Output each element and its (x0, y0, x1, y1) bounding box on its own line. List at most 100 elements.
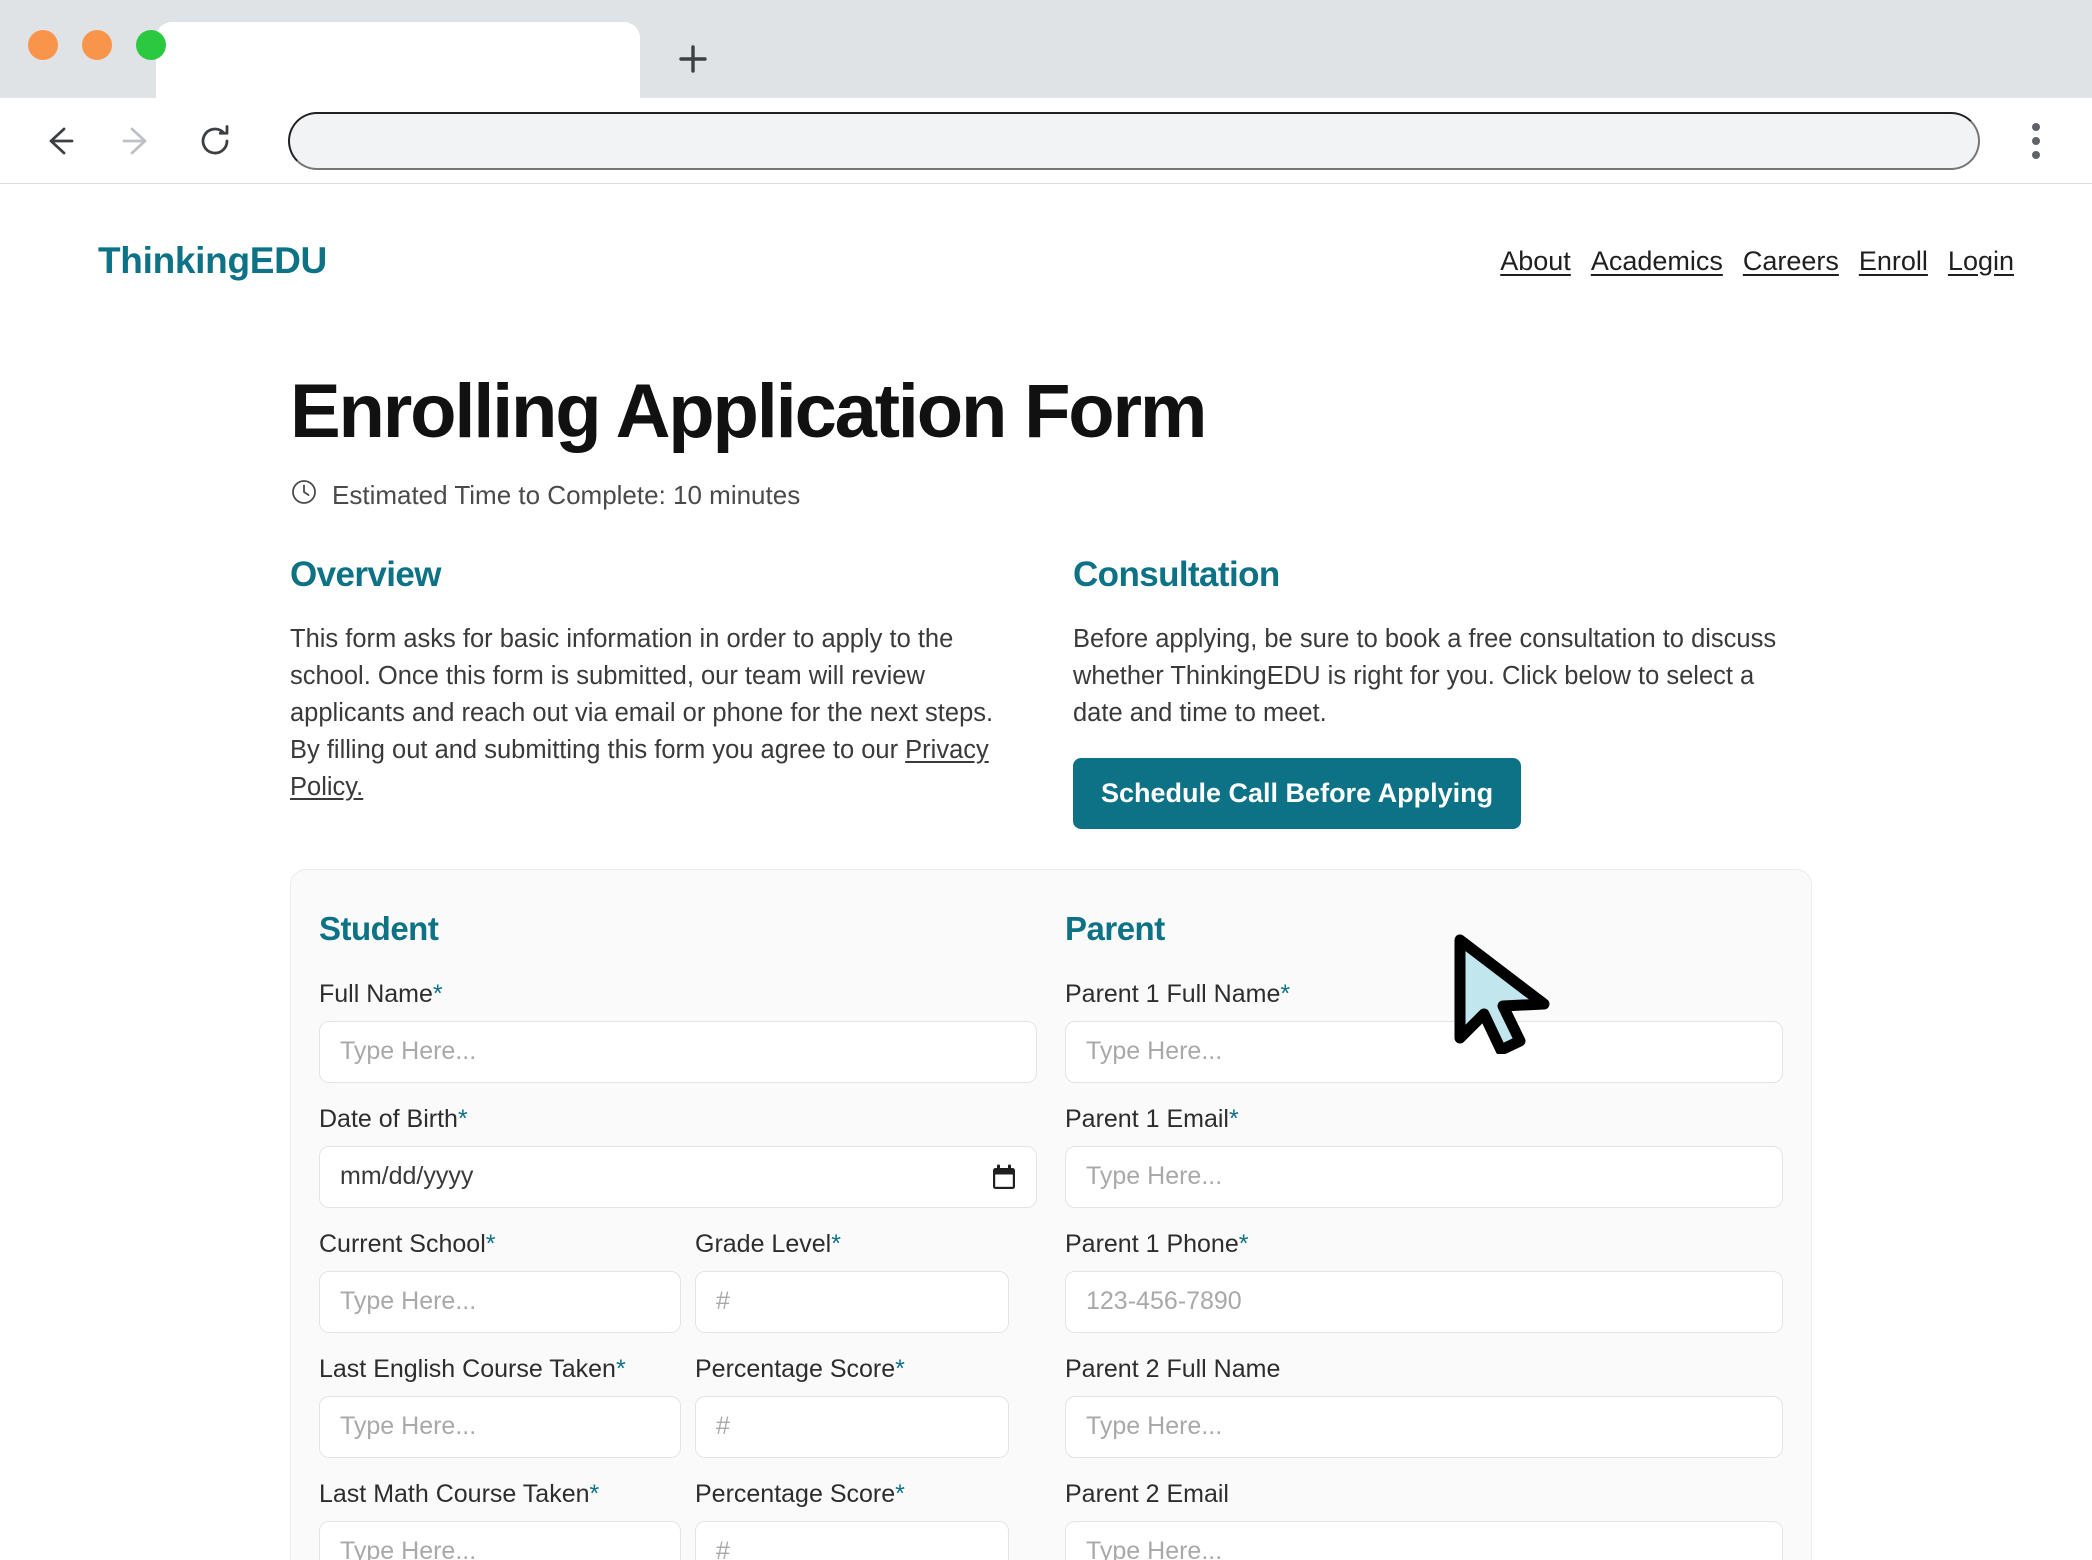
field-date-of-birth: Date of Birth* mm/dd/yyyy (319, 1105, 1037, 1208)
required-marker: * (589, 1479, 600, 1508)
parent-section-heading: Parent (1065, 909, 1165, 947)
input-math-percentage-score[interactable] (695, 1520, 1009, 1560)
input-last-english-course[interactable] (319, 1395, 681, 1458)
label-text: Full Name (319, 979, 433, 1008)
overview-body-text: This form asks for basic information in … (290, 625, 994, 764)
page-title: Enrolling Application Form (290, 369, 1207, 454)
input-parent1-email[interactable] (1065, 1145, 1783, 1208)
label-date-of-birth: Date of Birth* (319, 1105, 1037, 1134)
window-traffic-lights (28, 30, 166, 60)
nav-link-academics[interactable]: Academics (1591, 246, 1723, 277)
browser-tabstrip (0, 0, 2092, 98)
student-section-heading: Student (319, 909, 439, 947)
field-math-percentage-score: Percentage Score* (695, 1480, 1009, 1560)
field-parent1-email: Parent 1 Email* (1065, 1105, 1783, 1208)
field-grade-level: Grade Level* (695, 1230, 1009, 1333)
label-parent1-full-name: Parent 1 Full Name* (1065, 980, 1783, 1009)
nav-link-enroll[interactable]: Enroll (1859, 246, 1928, 277)
field-parent1-phone: Parent 1 Phone* (1065, 1230, 1783, 1333)
site-header: ThinkingEDU About Academics Careers Enro… (0, 184, 2092, 282)
label-text: Last English Course Taken (319, 1354, 616, 1383)
required-marker: * (432, 979, 443, 1008)
browser-toolbar (0, 98, 2092, 184)
label-text: Last Math Course Taken (319, 1479, 590, 1508)
overview-heading: Overview (290, 555, 441, 594)
forward-arrow-icon[interactable] (108, 112, 166, 170)
required-marker: * (485, 1229, 496, 1258)
site-logo[interactable]: ThinkingEDU (98, 240, 327, 282)
label-last-english-course: Last English Course Taken* (319, 1355, 681, 1384)
label-last-math-course: Last Math Course Taken* (319, 1480, 681, 1509)
student-form-column: Student Full Name* Date of Birth* mm/dd/… (319, 910, 1037, 1560)
label-text: Current School (319, 1229, 486, 1258)
label-text: Parent 1 Phone (1065, 1229, 1239, 1258)
input-parent2-full-name[interactable] (1065, 1395, 1783, 1458)
label-parent2-full-name: Parent 2 Full Name (1065, 1354, 1281, 1383)
input-parent2-email[interactable] (1065, 1520, 1783, 1560)
required-marker: * (457, 1104, 468, 1133)
intro-columns: Overview This form asks for basic inform… (290, 555, 2092, 829)
nav-link-about[interactable]: About (1500, 246, 1571, 277)
parent-form-column: Parent Parent 1 Full Name* Parent 1 Emai… (1065, 910, 1783, 1560)
label-grade-level: Grade Level* (695, 1230, 1009, 1259)
address-bar-input[interactable] (288, 111, 1980, 170)
minimize-window-button[interactable] (82, 30, 112, 60)
label-text: Parent 1 Email (1065, 1104, 1229, 1133)
label-text: Parent 1 Full Name (1065, 979, 1281, 1008)
input-current-school[interactable] (319, 1270, 681, 1333)
label-math-percentage-score: Percentage Score* (695, 1480, 1009, 1509)
required-marker: * (831, 1229, 841, 1258)
field-full-name: Full Name* (319, 980, 1037, 1083)
label-text: Grade Level (695, 1229, 832, 1258)
input-last-math-course[interactable] (319, 1520, 681, 1560)
field-parent1-full-name: Parent 1 Full Name* (1065, 980, 1783, 1083)
page-viewport: ThinkingEDU About Academics Careers Enro… (0, 184, 2092, 1560)
back-arrow-icon[interactable] (30, 112, 88, 170)
field-row-math-course: Last Math Course Taken* Percentage Score… (319, 1480, 1037, 1560)
input-english-percentage-score[interactable] (695, 1395, 1009, 1458)
application-form-card: Student Full Name* Date of Birth* mm/dd/… (290, 868, 1812, 1560)
required-marker: * (1238, 1229, 1249, 1258)
input-date-of-birth[interactable] (319, 1145, 1037, 1208)
field-english-percentage-score: Percentage Score* (695, 1355, 1009, 1458)
reload-icon[interactable] (186, 112, 244, 170)
input-parent1-phone[interactable] (1065, 1270, 1783, 1333)
label-text: Date of Birth (319, 1104, 458, 1133)
date-input-wrapper: mm/dd/yyyy (319, 1145, 1037, 1208)
page-content: Enrolling Application Form Estimated Tim… (0, 282, 2092, 1560)
required-marker: * (895, 1479, 905, 1508)
label-current-school: Current School* (319, 1230, 681, 1259)
label-text: Percentage Score (695, 1354, 896, 1383)
label-parent1-email: Parent 1 Email* (1065, 1105, 1783, 1134)
field-row-english-course: Last English Course Taken* Percentage Sc… (319, 1355, 1037, 1458)
consultation-body: Before applying, be sure to book a free … (1073, 625, 1777, 727)
nav-link-careers[interactable]: Careers (1743, 246, 1839, 277)
input-parent1-full-name[interactable] (1065, 1020, 1783, 1083)
label-text: Percentage Score (695, 1479, 896, 1508)
browser-tab[interactable] (156, 22, 640, 98)
browser-window: ThinkingEDU About Academics Careers Enro… (0, 0, 2092, 1560)
estimated-time-text: Estimated Time to Complete: 10 minutes (332, 480, 801, 510)
consultation-section: Consultation Before applying, be sure to… (1073, 555, 1833, 829)
overview-section: Overview This form asks for basic inform… (290, 555, 1040, 829)
field-last-math-course: Last Math Course Taken* (319, 1480, 681, 1560)
input-full-name[interactable] (319, 1020, 1037, 1083)
maximize-window-button[interactable] (136, 30, 166, 60)
nav-link-login[interactable]: Login (1948, 246, 2014, 277)
new-tab-button[interactable] (662, 28, 724, 90)
input-grade-level[interactable] (695, 1270, 1009, 1333)
required-marker: * (1228, 1104, 1239, 1133)
field-parent2-email: Parent 2 Email (1065, 1480, 1783, 1560)
label-parent2-email: Parent 2 Email (1065, 1479, 1229, 1508)
label-english-percentage-score: Percentage Score* (695, 1355, 1009, 1384)
schedule-call-button[interactable]: Schedule Call Before Applying (1073, 757, 1522, 829)
label-parent1-phone: Parent 1 Phone* (1065, 1230, 1783, 1259)
required-marker: * (615, 1354, 626, 1383)
required-marker: * (895, 1354, 905, 1383)
field-row-school-grade: Current School* Grade Level* (319, 1230, 1037, 1333)
kebab-menu-icon[interactable] (2010, 112, 2062, 170)
field-parent2-full-name: Parent 2 Full Name (1065, 1355, 1783, 1458)
label-full-name: Full Name* (319, 980, 1037, 1009)
consultation-heading: Consultation (1073, 555, 1280, 594)
close-window-button[interactable] (28, 30, 58, 60)
